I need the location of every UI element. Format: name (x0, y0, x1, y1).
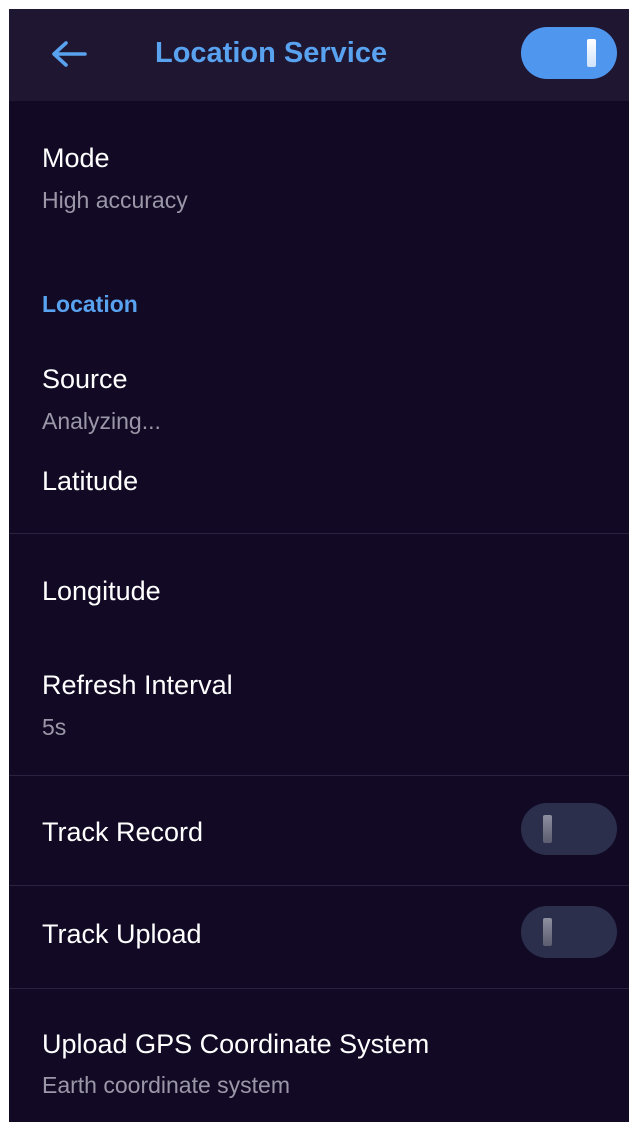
source-value: Analyzing... (42, 408, 161, 434)
longitude-label: Longitude (42, 576, 161, 606)
track-record-label: Track Record (42, 817, 204, 847)
divider (9, 885, 629, 886)
location-service-screen: Location Service Mode High accuracy Loca… (9, 9, 629, 1122)
divider (9, 775, 629, 776)
mode-label: Mode (42, 143, 110, 173)
divider (9, 988, 629, 989)
latitude-label: Latitude (42, 466, 139, 496)
toggle-knob (587, 39, 596, 67)
source-label: Source (42, 364, 128, 394)
refresh-interval-value: 5s (42, 714, 67, 740)
coordinate-system-label: Upload GPS Coordinate System (42, 1029, 430, 1059)
location-section-header: Location (42, 291, 138, 317)
coordinate-system-value: Earth coordinate system (42, 1072, 291, 1098)
track-upload-toggle[interactable] (521, 906, 617, 958)
divider (9, 533, 629, 534)
toggle-knob (543, 815, 552, 843)
app-header: Location Service (9, 9, 629, 101)
arrow-left-icon[interactable] (49, 39, 89, 69)
page-title: Location Service (155, 37, 388, 69)
toggle-knob (543, 918, 552, 946)
track-record-toggle[interactable] (521, 803, 617, 855)
track-upload-label: Track Upload (42, 919, 202, 949)
refresh-interval-label: Refresh Interval (42, 670, 233, 700)
location-service-toggle[interactable] (521, 27, 617, 79)
mode-value: High accuracy (42, 187, 188, 213)
